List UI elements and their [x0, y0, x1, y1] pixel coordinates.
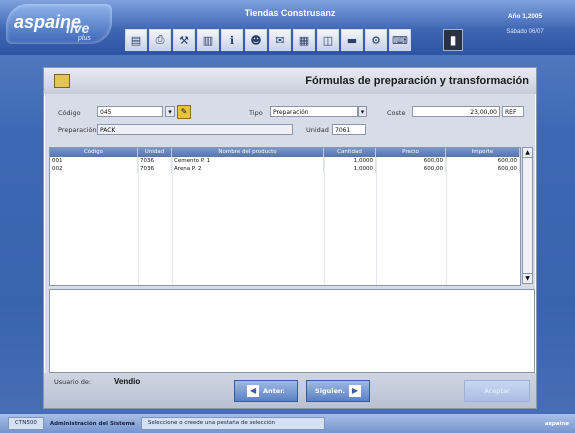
door-icon[interactable]: ▮	[443, 29, 463, 51]
coste-unit: REF	[502, 106, 524, 117]
table-cell: 7036	[138, 157, 172, 165]
notes-area[interactable]	[49, 289, 535, 373]
tipo-select[interactable]: Preparación	[270, 106, 358, 117]
status-module: Administración del Sistema	[49, 420, 135, 427]
table-cell: Arena P. 2	[172, 165, 324, 173]
column-divider	[172, 157, 173, 285]
preparacion-label: Preparación	[58, 126, 97, 134]
table-cell: 600,00	[376, 157, 446, 165]
column-header[interactable]: Nombre del producto	[172, 148, 324, 157]
coste-input[interactable]: 23,00,00	[412, 106, 500, 117]
scan-icon[interactable]: ◫	[317, 29, 339, 51]
column-divider	[138, 157, 139, 285]
mail-icon[interactable]: ✉	[269, 29, 291, 51]
table-row[interactable]: 002 7036 Arena P. 2 1,0000 600,00 600,00	[50, 165, 520, 173]
column-divider	[324, 157, 325, 285]
column-header[interactable]: Código	[50, 148, 138, 157]
search-icon[interactable]: ✎	[177, 105, 191, 119]
tools-icon[interactable]: ⚒	[173, 29, 195, 51]
table-row[interactable]: 001 7036 Cemento P. 1 1,0000 600,00 600,…	[50, 157, 520, 165]
codigo-dropdown-button[interactable]: ▾	[165, 106, 175, 117]
document-icon[interactable]: ▤	[125, 29, 147, 51]
table-scrollbar[interactable]: ▲ ▼	[522, 147, 533, 284]
column-header[interactable]: Unidad	[138, 148, 172, 157]
main-toolbar: ▤ ⎙ ⚒ ▥ ℹ ☻ ✉ ▦ ◫ ▬ ⚙ ⌨	[125, 29, 411, 53]
table-header: Código Unidad Nombre del producto Cantid…	[50, 148, 520, 157]
column-header[interactable]: Importe	[446, 148, 520, 157]
formulas-window: Fórmulas de preparación y transformación…	[43, 67, 537, 409]
window-title: Fórmulas de preparación y transformación	[305, 75, 529, 87]
time-label: Sábado 06/07	[506, 29, 544, 35]
keyboard-icon[interactable]: ⌨	[389, 29, 411, 51]
codigo-input[interactable]: 045	[97, 106, 163, 117]
app-logo: aspaine live plus	[6, 4, 112, 44]
calendar-icon[interactable]: ▦	[293, 29, 315, 51]
table-cell: 600,00	[376, 165, 446, 173]
scroll-down-icon[interactable]: ▼	[523, 273, 532, 283]
previous-label: Anter.	[263, 387, 285, 395]
logo-subtext: plus	[78, 35, 91, 42]
settings-icon[interactable]: ⚙	[365, 29, 387, 51]
user-label: Usuario de:	[54, 378, 92, 386]
arrow-left-icon: ◀	[247, 385, 260, 397]
date-label: Año 1,2005	[507, 13, 543, 20]
unidad-label: Unidad	[306, 126, 329, 134]
app-title: Tiendas Construsanz	[244, 8, 336, 18]
status-message: Seleccione o creede una pestaña de selec…	[140, 417, 325, 430]
chart-icon[interactable]: ▥	[197, 29, 219, 51]
table-cell: 600,00	[446, 157, 520, 165]
unidad-input[interactable]: 7061	[332, 124, 366, 135]
column-divider	[376, 157, 377, 285]
preparacion-input[interactable]: PACK	[97, 124, 293, 135]
table-cell: 002	[50, 165, 138, 173]
accept-button[interactable]: Aceptar	[464, 380, 530, 402]
arrow-right-icon: ▶	[348, 385, 361, 397]
table-cell: 600,00	[446, 165, 520, 173]
folder-icon	[54, 74, 70, 88]
table-body: 001 7036 Cemento P. 1 1,0000 600,00 600,…	[50, 157, 520, 173]
codigo-label: Código	[58, 109, 81, 117]
status-code: CTN500	[8, 417, 44, 430]
column-divider	[446, 157, 447, 285]
info-icon[interactable]: ℹ	[221, 29, 243, 51]
previous-button[interactable]: ◀ Anter.	[234, 380, 298, 402]
folder-icon[interactable]: ▬	[341, 29, 363, 51]
scroll-up-icon[interactable]: ▲	[523, 148, 532, 158]
next-label: Siguien.	[315, 387, 345, 395]
column-header[interactable]: Precio	[376, 148, 446, 157]
tipo-label: Tipo	[249, 109, 263, 117]
status-brand: aspaine	[544, 420, 569, 427]
coste-label: Coste	[387, 109, 406, 117]
window-titlebar: Fórmulas de preparación y transformación	[44, 68, 536, 94]
logo-text-2: live	[66, 20, 90, 36]
products-table: Código Unidad Nombre del producto Cantid…	[49, 147, 521, 286]
table-cell: 001	[50, 157, 138, 165]
user-name: Vendio	[114, 377, 141, 386]
next-button[interactable]: Siguien. ▶	[306, 380, 370, 402]
column-header[interactable]: Cantidad	[324, 148, 376, 157]
print-icon[interactable]: ⎙	[149, 29, 171, 51]
table-cell: 7036	[138, 165, 172, 173]
table-cell: Cemento P. 1	[172, 157, 324, 165]
chevron-down-icon[interactable]: ▾	[358, 106, 367, 117]
app-header: aspaine live plus Tiendas Construsanz ▤ …	[0, 0, 575, 55]
people-icon[interactable]: ☻	[245, 29, 267, 51]
table-cell: 1,0000	[324, 157, 376, 165]
table-cell: 1,0000	[324, 165, 376, 173]
status-bar: CTN500 Administración del Sistema Selecc…	[0, 414, 575, 433]
